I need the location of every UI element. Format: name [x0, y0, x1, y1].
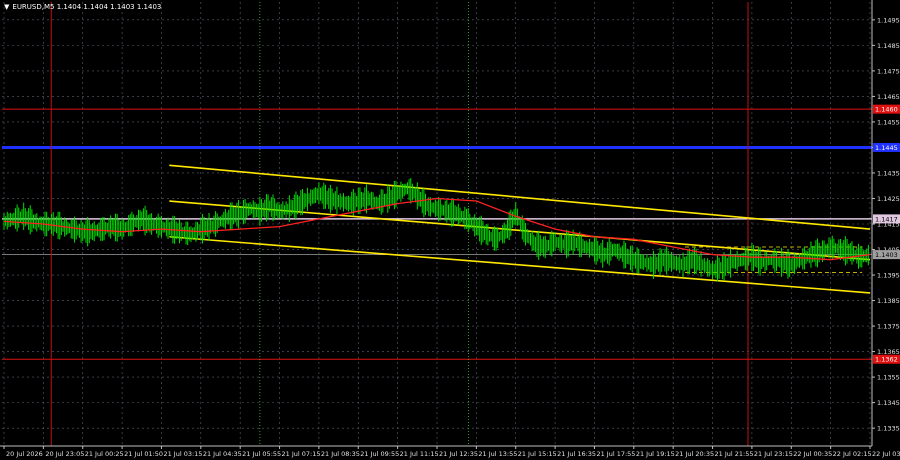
- x-tick-label: 22 Jul 03:35: [872, 450, 900, 458]
- y-tick-label: 1.1435: [877, 169, 900, 177]
- x-tick-label: 20 Jul 23:05: [45, 450, 84, 458]
- price-label-text: 1.1403: [875, 251, 898, 259]
- chart-title: ▼ EURUSD,M5 1.1404 1.1404 1.1403 1.1403: [4, 3, 161, 11]
- price-label-text: 1.1460: [875, 106, 898, 114]
- x-tick-label: 21 Jul 03:15: [163, 450, 202, 458]
- y-tick-label: 1.1495: [877, 16, 900, 24]
- y-tick-label: 1.1385: [877, 297, 900, 305]
- x-tick-label: 21 Jul 07:15: [282, 450, 321, 458]
- title-marker-icon: ▼: [4, 3, 10, 11]
- price-label-text: 1.1362: [875, 356, 898, 364]
- x-tick-label: 21 Jul 15:15: [518, 450, 557, 458]
- y-tick-label: 1.1425: [877, 195, 900, 203]
- x-tick-label: 21 Jul 04:35: [203, 450, 242, 458]
- chart-background: [0, 0, 900, 460]
- price-chart[interactable]: 1.1495 1.1485 1.1475 1.1465 1.1455 1.1445 1.14…: [0, 0, 900, 460]
- x-tick-label: 21 Jul 01:50: [124, 450, 163, 458]
- x-tick-label: 21 Jul 13:55: [478, 450, 517, 458]
- y-tick-label: 1.1465: [877, 93, 900, 101]
- x-tick-label: 21 Jul 17:55: [596, 450, 635, 458]
- y-tick-label: 1.1345: [877, 399, 900, 407]
- y-tick-label: 1.1375: [877, 323, 900, 331]
- x-tick-label: 21 Jul 05:55: [242, 450, 281, 458]
- x-tick-label: 21 Jul 16:35: [557, 450, 596, 458]
- x-tick-label: 21 Jul 21:55: [715, 450, 754, 458]
- x-tick-label: 21 Jul 20:35: [675, 450, 714, 458]
- x-tick-label: 20 Jul 2026: [6, 450, 43, 458]
- x-tick-label: 22 Jul 02:15: [833, 450, 872, 458]
- y-tick-label: 1.1355: [877, 374, 900, 382]
- x-tick-label: 21 Jul 08:35: [321, 450, 360, 458]
- x-tick-label: 21 Jul 12:35: [439, 450, 478, 458]
- y-tick-label: 1.1395: [877, 272, 900, 280]
- y-tick-label: 1.1475: [877, 67, 900, 75]
- x-tick-label: 21 Jul 19:15: [636, 450, 675, 458]
- y-tick-label: 1.1335: [877, 425, 900, 433]
- price-label-text: 1.1417: [875, 215, 898, 223]
- x-tick-label: 22 Jul 00:35: [793, 450, 832, 458]
- y-tick-label: 1.1455: [877, 118, 900, 126]
- x-tick-label: 21 Jul 00:25: [85, 450, 124, 458]
- x-tick-label: 21 Jul 11:15: [400, 450, 439, 458]
- y-tick-label: 1.1485: [877, 42, 900, 50]
- x-tick-label: 21 Jul 09:55: [360, 450, 399, 458]
- x-tick-label: 21 Jul 23:15: [754, 450, 793, 458]
- title-symbol-info: EURUSD,M5 1.1404 1.1404 1.1403 1.1403: [12, 3, 161, 11]
- price-label-text: 1.1445: [875, 144, 898, 152]
